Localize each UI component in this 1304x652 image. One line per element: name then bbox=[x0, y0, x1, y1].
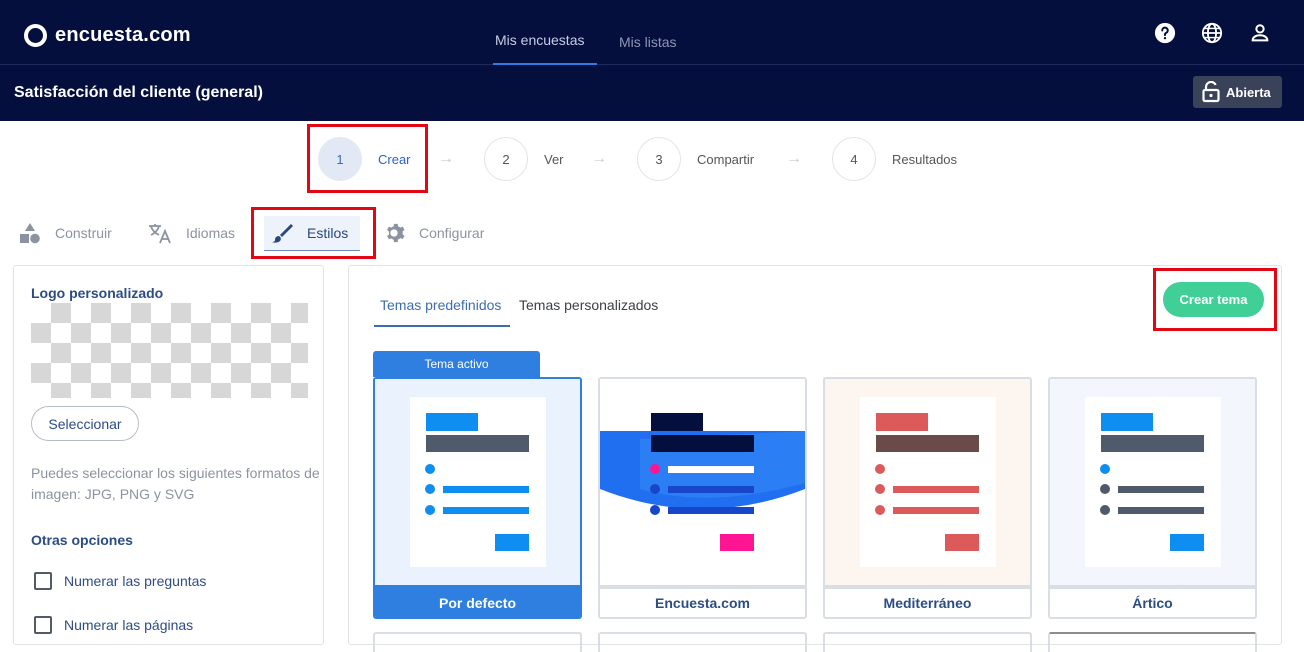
theme-preview bbox=[375, 379, 580, 585]
step-4-label[interactable]: Resultados bbox=[892, 152, 957, 167]
step-3-label[interactable]: Compartir bbox=[697, 152, 754, 167]
tab-idiomas-label: Idiomas bbox=[186, 225, 236, 241]
theme-name: Por defecto bbox=[375, 585, 580, 617]
brand-name: encuesta.com bbox=[55, 24, 191, 46]
theme-card-next[interactable] bbox=[823, 632, 1032, 652]
survey-title: Satisfacción del cliente (general) bbox=[14, 84, 263, 101]
highlight-box-step-crear bbox=[307, 124, 428, 193]
themes-panel: Temas predefinidos Temas personalizados … bbox=[348, 265, 1282, 652]
arrow-right-icon: → bbox=[591, 150, 607, 167]
tab-idiomas[interactable]: Idiomas bbox=[148, 222, 235, 244]
theme-name: Mediterráneo bbox=[825, 585, 1030, 617]
unlock-icon bbox=[1202, 81, 1220, 103]
theme-card-encuesta-com[interactable]: Encuesta.com bbox=[598, 377, 807, 619]
shapes-icon bbox=[20, 223, 40, 244]
highlight-box-create-theme bbox=[1153, 268, 1277, 331]
other-options-heading: Otras opciones bbox=[31, 532, 133, 548]
numerar-preguntas-checkbox[interactable] bbox=[34, 572, 52, 590]
tab-temas-personalizados[interactable]: Temas personalizados bbox=[519, 297, 658, 313]
select-logo-button[interactable]: Seleccionar bbox=[31, 406, 139, 441]
nav-tab-mis-encuestas[interactable]: Mis encuestas bbox=[495, 32, 584, 48]
option-numerar-preguntas[interactable]: Numerar las preguntas bbox=[34, 572, 206, 590]
logo-heading: Logo personalizado bbox=[31, 285, 164, 301]
logo-preview-placeholder bbox=[31, 303, 308, 398]
numerar-paginas-checkbox[interactable] bbox=[34, 616, 52, 634]
logo-format-hint: Puedes seleccionar los siguientes format… bbox=[31, 465, 320, 502]
theme-name: Ártico bbox=[1050, 585, 1255, 617]
user-icon[interactable] bbox=[1249, 22, 1271, 44]
theme-preview bbox=[1050, 379, 1255, 585]
globe-icon[interactable] bbox=[1201, 22, 1223, 44]
theme-card-next[interactable] bbox=[1048, 632, 1257, 652]
tab-configurar-label: Configurar bbox=[419, 225, 485, 241]
step-3-circle[interactable]: 3 bbox=[637, 137, 681, 181]
active-theme-tag: Tema activo bbox=[373, 351, 540, 377]
step-2-label[interactable]: Ver bbox=[544, 152, 564, 167]
theme-name: Encuesta.com bbox=[600, 585, 805, 617]
step-4-circle[interactable]: 4 bbox=[832, 137, 876, 181]
survey-status-button[interactable]: Abierta bbox=[1193, 76, 1282, 108]
numerar-preguntas-label: Numerar las preguntas bbox=[64, 573, 207, 589]
wizard-steps: 1 Crear → 2 Ver → 3 Compartir → 4 Result… bbox=[0, 137, 1304, 181]
top-navigation-bar: encuesta.com Mis encuestas Mis listas bbox=[0, 0, 1304, 66]
logo-options-panel: Logo personalizado Seleccionar Puedes se… bbox=[13, 265, 324, 645]
option-numerar-paginas[interactable]: Numerar las páginas bbox=[34, 616, 193, 634]
gear-icon bbox=[387, 223, 405, 243]
brand-logo-mark bbox=[24, 24, 47, 47]
arrow-right-icon: → bbox=[786, 150, 802, 167]
arrow-right-icon: → bbox=[438, 150, 454, 167]
tab-construir[interactable]: Construir bbox=[19, 222, 112, 244]
step-2-circle[interactable]: 2 bbox=[484, 137, 528, 181]
help-icon[interactable] bbox=[1154, 22, 1176, 44]
theme-preview bbox=[825, 379, 1030, 585]
theme-tab-underline bbox=[374, 325, 510, 327]
survey-header: Satisfacción del cliente (general) Abier… bbox=[0, 65, 1304, 121]
brand-logo[interactable]: encuesta.com bbox=[24, 24, 191, 47]
tab-temas-predefinidos[interactable]: Temas predefinidos bbox=[380, 297, 501, 313]
theme-card-por-defecto[interactable]: Por defecto bbox=[373, 377, 582, 619]
theme-card-artico[interactable]: Ártico bbox=[1048, 377, 1257, 619]
highlight-box-tab-estilos bbox=[251, 207, 376, 259]
theme-card-next[interactable] bbox=[373, 632, 582, 652]
translate-icon bbox=[149, 224, 171, 244]
tab-construir-label: Construir bbox=[55, 225, 112, 241]
nav-tab-mis-listas[interactable]: Mis listas bbox=[619, 34, 677, 50]
theme-card-next[interactable] bbox=[598, 632, 807, 652]
theme-card-mediterraneo[interactable]: Mediterráneo bbox=[823, 377, 1032, 619]
numerar-paginas-label: Numerar las páginas bbox=[64, 617, 194, 633]
tab-configurar[interactable]: Configurar bbox=[383, 222, 484, 244]
survey-status-label: Abierta bbox=[1226, 84, 1271, 100]
theme-preview bbox=[600, 379, 805, 585]
